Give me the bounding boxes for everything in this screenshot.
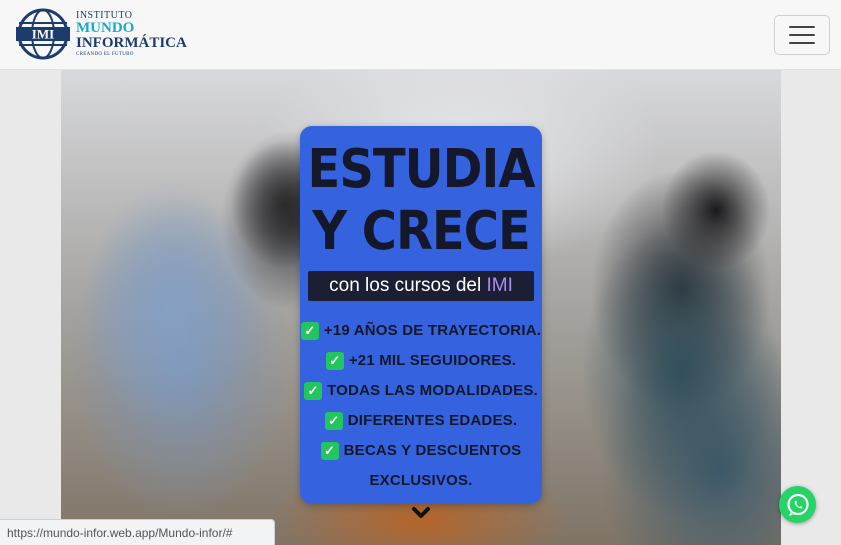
hamburger-menu-icon — [789, 26, 815, 28]
feature-text-continuation: EXCLUSIVOS. — [369, 472, 473, 489]
feature-item: ✓ +19 AÑOS DE TRAYECTORIA. — [300, 316, 542, 346]
status-bar-url: https://mundo-infor.web.app/Mundo-infor/… — [0, 519, 275, 545]
promo-title-line1: ESTUDIA — [307, 137, 536, 201]
promo-title-line2: Y CRECE — [312, 199, 530, 263]
feature-text: DIFERENTES EDADES. — [347, 412, 518, 429]
whatsapp-button[interactable] — [779, 486, 816, 523]
feature-text: +19 AÑOS DE TRAYECTORIA. — [323, 322, 542, 339]
navbar: IMI INSTITUTO MUNDO INFORMÁTICA CREANDO … — [0, 0, 841, 70]
promo-subtitle: con los cursos del IMI — [308, 271, 534, 301]
hamburger-menu-icon-bar — [789, 42, 815, 44]
globe-logo-icon: IMI — [16, 8, 70, 60]
brand-logo[interactable]: IMI INSTITUTO MUNDO INFORMÁTICA CREANDO … — [14, 8, 187, 60]
promo-card: ESTUDIA Y CRECE con los cursos del IMI ✓… — [300, 126, 542, 504]
check-icon: ✓ — [300, 322, 319, 340]
brand-line3: INFORMÁTICA — [76, 35, 187, 51]
brand-text: INSTITUTO MUNDO INFORMÁTICA CREANDO EL F… — [76, 11, 187, 58]
promo-subtitle-text: con los cursos del — [329, 275, 487, 296]
navbar-toggler-button[interactable] — [774, 15, 830, 55]
check-icon: ✓ — [325, 352, 344, 370]
feature-item: ✓ DIFERENTES EDADES. — [300, 406, 542, 436]
brand-tagline: CREANDO EL FUTURO — [76, 52, 134, 57]
promo-subtitle-highlight: IMI — [486, 275, 513, 296]
chevron-down-icon[interactable] — [411, 505, 431, 519]
photo-head-right — [661, 150, 771, 270]
brand-line2: MUNDO — [76, 20, 135, 36]
feature-text: BECAS Y DESCUENTOS — [343, 442, 522, 459]
feature-item: ✓ +21 MIL SEGUIDORES. — [300, 346, 542, 376]
photo-person-right — [581, 220, 781, 520]
logo-mark-text: IMI — [32, 27, 54, 42]
whatsapp-icon — [786, 493, 809, 516]
feature-text: +21 MIL SEGUIDORES. — [348, 352, 517, 369]
check-icon: ✓ — [320, 442, 339, 460]
feature-text: TODAS LAS MODALIDADES. — [327, 382, 538, 399]
check-icon: ✓ — [324, 412, 343, 430]
feature-item: ✓ TODAS LAS MODALIDADES. — [300, 376, 542, 406]
hamburger-menu-icon-bar — [789, 34, 815, 36]
feature-list: ✓ +19 AÑOS DE TRAYECTORIA. ✓ +21 MIL SEGUI… — [300, 316, 542, 496]
feature-item: ✓ BECAS Y DESCUENTOS — [300, 436, 542, 466]
check-icon: ✓ — [304, 382, 323, 400]
